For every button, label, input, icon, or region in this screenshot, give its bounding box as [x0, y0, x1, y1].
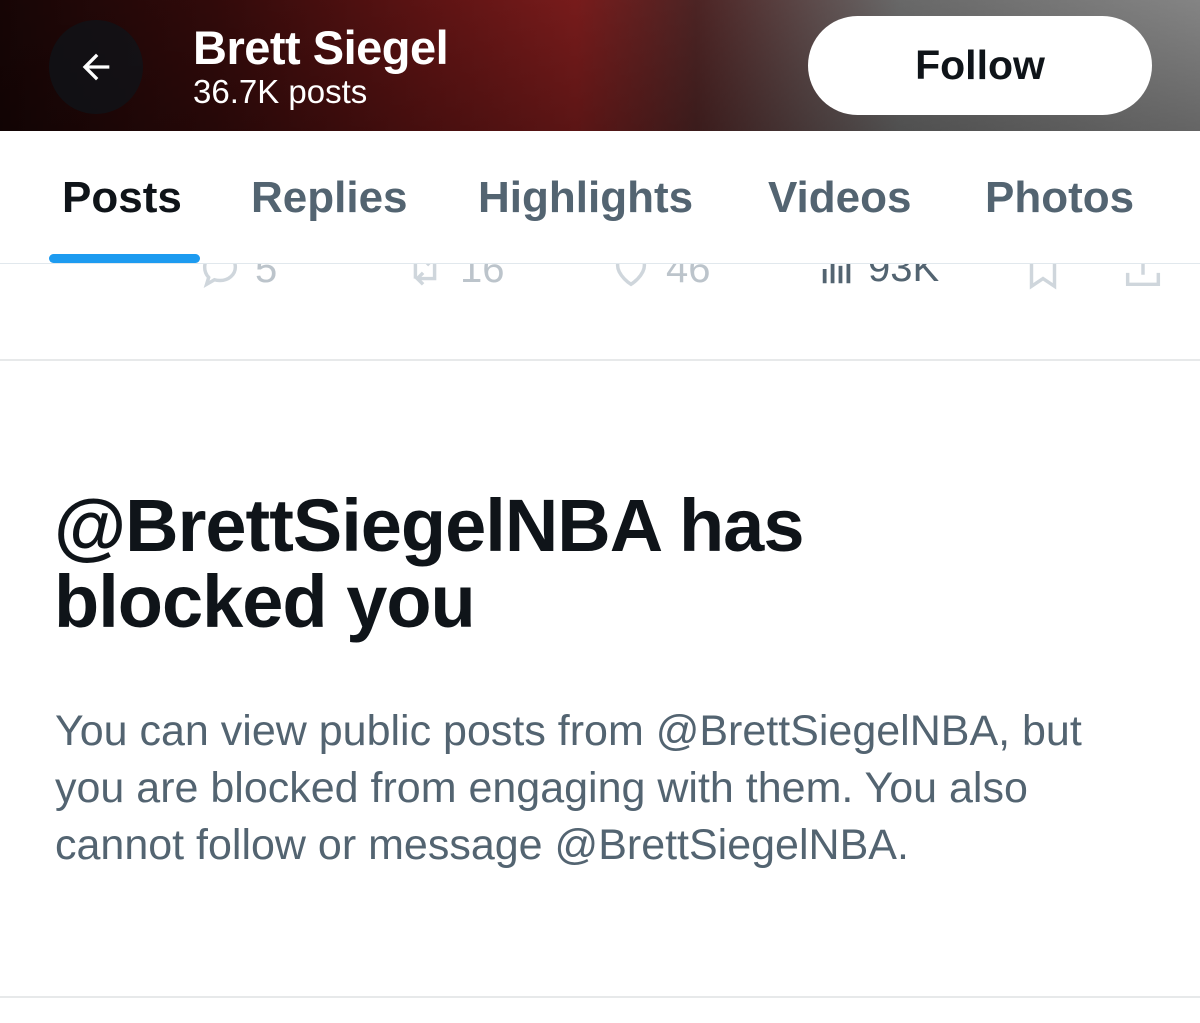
- tab-photos[interactable]: Photos: [985, 173, 1134, 223]
- profile-header: Brett Siegel 36.7K posts Follow: [0, 0, 1200, 131]
- share-icon: [1125, 264, 1161, 287]
- tab-videos[interactable]: Videos: [768, 173, 911, 223]
- back-button[interactable]: [49, 20, 143, 114]
- bookmark-icon: [1029, 264, 1057, 290]
- like-icon: [615, 264, 647, 287]
- arrow-left-icon: [82, 53, 110, 81]
- share-action[interactable]: [1120, 264, 1178, 292]
- views-icon: [822, 264, 851, 283]
- reply-icon: [202, 264, 238, 289]
- bookmark-action[interactable]: [1020, 264, 1078, 292]
- blocked-title: @BrettSiegelNBA has blocked you: [54, 484, 804, 643]
- follow-button[interactable]: Follow: [808, 16, 1152, 115]
- post-actions-row: 5 16 46 93K: [0, 264, 1200, 361]
- repost-count: 16: [460, 264, 505, 291]
- like-action[interactable]: 46: [608, 264, 711, 292]
- tab-highlights[interactable]: Highlights: [478, 173, 693, 223]
- tab-replies[interactable]: Replies: [251, 173, 408, 223]
- active-tab-indicator: [49, 254, 200, 263]
- like-count: 46: [666, 264, 711, 291]
- repost-action[interactable]: 16: [402, 264, 505, 292]
- post-count: 36.7K posts: [193, 73, 368, 110]
- reply-count: 5: [255, 264, 278, 291]
- blocked-description: You can view public posts from @BrettSie…: [55, 707, 1082, 869]
- reply-action[interactable]: 5: [197, 264, 277, 292]
- tab-posts[interactable]: Posts: [62, 173, 182, 223]
- profile-name: Brett Siegel: [193, 21, 449, 74]
- bottom-divider: [0, 996, 1200, 998]
- views-count: 93K: [868, 264, 940, 290]
- views-action[interactable]: 93K: [818, 264, 939, 291]
- repost-icon: [413, 264, 437, 286]
- profile-tabs: Posts Replies Highlights Videos Photos: [0, 131, 1200, 264]
